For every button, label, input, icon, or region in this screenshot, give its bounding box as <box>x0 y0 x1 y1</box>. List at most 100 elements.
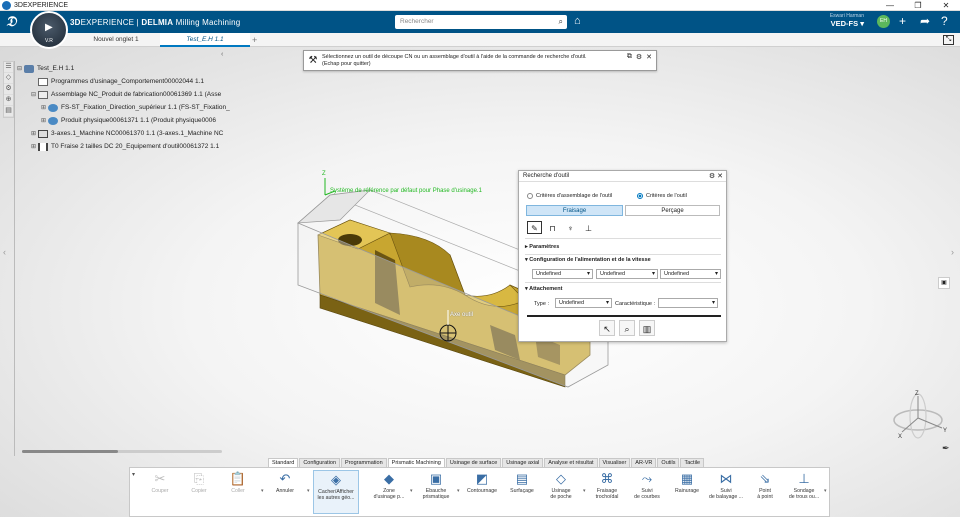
help-icon[interactable]: ? <box>941 14 948 28</box>
tree-collapse-icon[interactable]: ‹ <box>221 51 223 58</box>
feed-dropdown-2[interactable]: Undefined <box>596 269 658 279</box>
face-mill-icon[interactable]: ⊓ <box>545 221 560 234</box>
add-icon[interactable]: + <box>899 14 906 28</box>
chevron-down-icon[interactable]: ▾ <box>410 488 413 494</box>
tree-node[interactable]: ⊞ T0 Fraise 2 tailles DC 20_Equipement d… <box>31 141 219 152</box>
tool-catalog-icon[interactable]: ▥ <box>639 320 655 336</box>
sweep-following-button[interactable]: ⋈ Suivi de balayage ... <box>704 470 748 500</box>
clipboard-icon: 📋 <box>229 471 247 486</box>
hide-show-geometry-button[interactable]: ◈ Cacher/Afficher les autres géo... <box>313 470 359 514</box>
close-icon[interactable]: ✕ <box>646 53 652 61</box>
close-icon[interactable]: ✕ <box>717 173 723 180</box>
section-parameters[interactable]: ▸ Paramètres <box>525 244 559 250</box>
search-input[interactable]: Rechercher ⌕ <box>395 15 567 29</box>
facing-button[interactable]: ▤ Surfaçage <box>500 470 544 494</box>
tab-ar-vr[interactable]: AR-VR <box>631 458 657 467</box>
tab-axial-machining[interactable]: Usinage axial <box>502 458 544 467</box>
copy-button[interactable]: ⎘ Copier <box>177 470 221 494</box>
cut-button[interactable]: ✂ Couper <box>138 470 182 494</box>
grooving-button[interactable]: ▦ Rainurage <box>665 470 709 494</box>
tree-node[interactable]: ⊟ Assemblage NC_Produit de fabrication00… <box>31 89 221 100</box>
avatar[interactable]: EH <box>877 15 890 28</box>
search-icon[interactable]: ⌕ <box>559 17 563 27</box>
section-feed-speed[interactable]: ▾ Configuration de l'alimentation et de … <box>525 257 651 263</box>
maximize-button[interactable]: ❐ <box>904 1 932 10</box>
chevron-down-icon[interactable]: ▾ <box>307 488 310 494</box>
ds-logo-icon[interactable]: 𝔇 <box>6 14 26 30</box>
tool-search-panel: Recherche d'outil ⚙ ✕ Critères d'assembl… <box>518 170 727 342</box>
tab-prismatic-machining[interactable]: Prismatic Machining <box>387 458 445 467</box>
left-panel-arrow-icon[interactable]: ‹ <box>3 247 6 257</box>
tab-programming[interactable]: Programmation <box>341 458 387 467</box>
process-icon[interactable]: ⚙ <box>4 84 13 95</box>
tab-surface-machining[interactable]: Usinage de surface <box>445 458 502 467</box>
pen-icon[interactable]: ✒ <box>942 443 950 454</box>
part-icon <box>48 103 58 112</box>
hole-probing-button[interactable]: ⊥ Sondage de trous ou... <box>782 470 826 500</box>
tab-analysis[interactable]: Analyse et résultat <box>544 458 598 467</box>
tab-touch[interactable]: Tactile <box>680 458 705 467</box>
trochoidal-milling-button[interactable]: ⌘ Fraisage trochoïdal <box>585 470 629 500</box>
paste-button[interactable]: 📋 Coller <box>216 470 260 494</box>
fullscreen-icon[interactable]: ⤡ <box>943 35 954 45</box>
tree-node[interactable]: ⊟ Test_E.H 1.1 <box>17 63 74 74</box>
pocketing-button[interactable]: ◇ Usinage de poche <box>539 470 583 500</box>
scrollbar-thumb[interactable] <box>22 450 118 453</box>
tab-configuration[interactable]: Configuration <box>299 458 341 467</box>
radio-tool-criteria[interactable]: Critères de l'outil <box>637 193 687 199</box>
tree-node[interactable]: ⊞ Produit physique00061371 1.1 (Produit … <box>41 115 216 126</box>
settings-icon[interactable]: ⚙ <box>636 53 642 61</box>
search-tool-icon[interactable]: ⌕ <box>619 320 635 336</box>
settings-icon[interactable]: ⚙ <box>709 173 715 180</box>
tag-icon[interactable]: ⌂ <box>574 15 581 27</box>
compass[interactable]: ▶ V.R <box>30 11 68 49</box>
section-attachment[interactable]: ▾ Attachement <box>525 286 562 292</box>
action-bar-expand-icon[interactable]: ▾ <box>132 471 135 478</box>
play-icon[interactable]: ▶ <box>45 22 53 33</box>
minimize-button[interactable]: — <box>876 1 904 10</box>
tab-active-document[interactable]: Test_E.H 1.1 <box>160 33 250 47</box>
prismatic-roughing-button[interactable]: ▣ Ebauche prismatique <box>414 470 458 500</box>
tree-node[interactable]: ⊞ FS-ST_Fixation_Direction_supérieur 1.1… <box>41 102 230 113</box>
shape-icon[interactable]: ◇ <box>4 73 13 84</box>
tree-node[interactable]: ⊞ 3-axes.1_Machine NC00061370 1.1 (3-axe… <box>31 128 223 139</box>
tab-view[interactable]: Visualiser <box>598 458 631 467</box>
tree-scrollbar[interactable] <box>22 450 222 453</box>
type-dropdown[interactable]: Undefined <box>555 298 612 308</box>
chevron-down-icon[interactable]: ▾ <box>824 488 827 494</box>
tree-divider <box>14 61 15 456</box>
right-panel-arrow-icon[interactable]: › <box>951 247 954 257</box>
tab-milling[interactable]: Fraisage <box>526 205 623 216</box>
program-icon <box>38 77 48 86</box>
select-cursor-icon[interactable]: ↖ <box>599 320 615 336</box>
profile-contouring-button[interactable]: ◩ Contournage <box>460 470 504 494</box>
feed-dropdown-1[interactable]: Undefined <box>532 269 593 279</box>
characteristic-dropdown[interactable] <box>658 298 718 308</box>
tab-drilling[interactable]: Perçage <box>625 205 720 216</box>
undo-button[interactable]: ↶ Annuler <box>263 470 307 494</box>
feed-dropdown-3[interactable]: Undefined <box>660 269 721 279</box>
tab-tools[interactable]: Outils <box>657 458 680 467</box>
point-to-point-button[interactable]: ⇘ Point à point <box>743 470 787 500</box>
user-menu[interactable]: Eswari Harman VED-FS ▾ <box>826 13 864 28</box>
orientation-triad[interactable]: Z X Y <box>888 388 950 443</box>
curve-following-button[interactable]: ⤳ Suivi de courbes <box>625 470 669 500</box>
tool-selector-icon[interactable]: ⧉ <box>627 53 632 61</box>
tree-node[interactable]: Programmes d'usinage_Comportement0000204… <box>31 76 204 87</box>
tab-standard[interactable]: Standard <box>268 458 299 467</box>
add-tab-icon[interactable]: + <box>252 35 257 45</box>
reamer-icon[interactable]: ⊥ <box>581 221 596 234</box>
list-icon[interactable]: ▤ <box>4 106 13 117</box>
panel-divider <box>527 315 721 317</box>
radio-assembly-criteria[interactable]: Critères d'assemblage de l'outil <box>527 193 612 199</box>
tree-icon[interactable]: ☰ <box>4 62 13 73</box>
tab-new[interactable]: Nouvel onglet 1 <box>80 33 152 47</box>
type-label: Type : <box>534 301 549 307</box>
resource-icon[interactable]: ⊕ <box>4 95 13 106</box>
image-icon[interactable]: ▣ <box>938 277 950 289</box>
drill-icon[interactable]: ♆ <box>563 221 578 234</box>
end-mill-icon[interactable]: ✎ <box>527 221 542 234</box>
machining-area-button[interactable]: ◆ Zone d'usinage p... <box>367 470 411 500</box>
close-window-button[interactable]: ✕ <box>932 1 960 10</box>
share-icon[interactable]: ➦ <box>920 14 930 28</box>
